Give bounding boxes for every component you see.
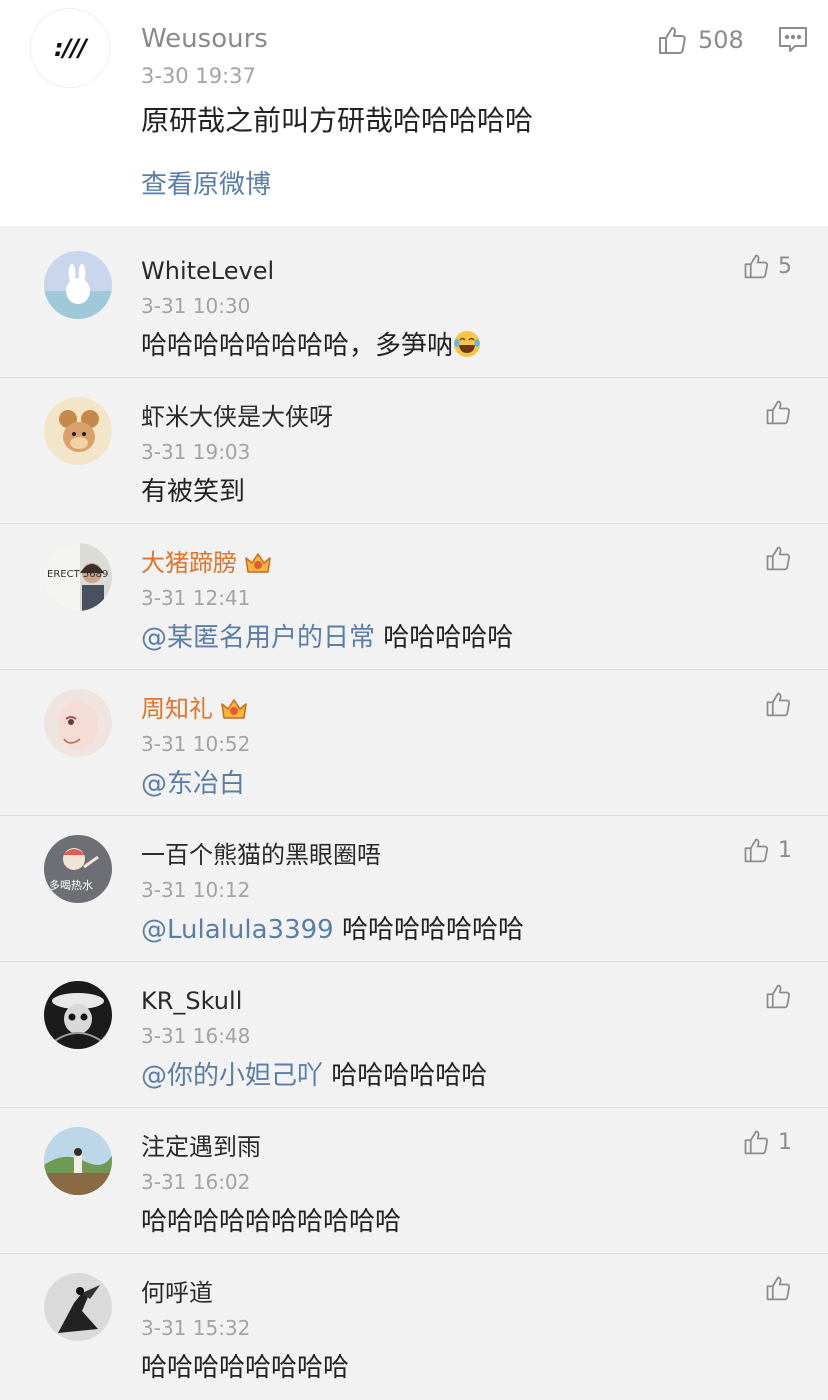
username[interactable]: Weusours [141, 22, 268, 56]
username-text: 周知礼 [141, 695, 213, 723]
like-button[interactable]: 5 [742, 252, 792, 280]
reply-text: @Lulalula3399 哈哈哈哈哈哈哈 [141, 912, 524, 948]
username-text: 大猪蹄膀 [141, 549, 237, 577]
list-item: 多喝热水 一百个熊猫的黑眼圈唔 3-31 10:12 @Lulalula3399… [0, 816, 828, 962]
list-item: 注定遇到雨 3-31 16:02 哈哈哈哈哈哈哈哈哈哈 1 [0, 1108, 828, 1254]
thumbs-up-icon [744, 1130, 769, 1155]
username[interactable]: 一百个熊猫的黑眼圈唔 [141, 838, 381, 872]
reply-text-body: 哈哈哈哈哈 [375, 623, 514, 653]
landscape-avatar[interactable] [44, 1127, 112, 1195]
thumbs-up-icon [766, 1276, 791, 1301]
like-button[interactable] [764, 398, 792, 426]
reply-text: @你的小妲己吖 哈哈哈哈哈哈 [141, 1058, 487, 1094]
reply-list: WhiteLevel 3-31 10:30 哈哈哈哈哈哈哈哈，多笋呐 5 虾米大… [0, 232, 828, 1400]
thumbs-up-icon [766, 692, 791, 717]
reply-text: 哈哈哈哈哈哈哈哈 [141, 1353, 350, 1383]
timestamp: 3-31 16:02 [141, 1170, 251, 1194]
cartoon-mouse-avatar[interactable] [44, 397, 112, 465]
timestamp: 3-31 16:48 [141, 1024, 251, 1048]
like-button[interactable] [764, 1274, 792, 1302]
timestamp: 3-31 19:03 [141, 440, 251, 464]
username[interactable]: 注定遇到雨 [141, 1130, 261, 1164]
photo-avatar[interactable]: ERECT 5689 [44, 543, 112, 611]
username[interactable]: KR_Skull [141, 984, 242, 1018]
username[interactable]: 虾米大侠是大侠呀 [141, 400, 333, 434]
reply-text-body: 哈哈哈哈哈哈哈 [333, 915, 524, 945]
silhouette-avatar[interactable] [44, 1273, 112, 1341]
thumbs-up-icon [766, 984, 791, 1009]
like-button[interactable] [764, 982, 792, 1010]
like-count: 1 [778, 837, 792, 863]
reply-text: @某匿名用户的日常 哈哈哈哈哈 [141, 620, 513, 656]
avatar-text: ERECT 5689 [47, 569, 108, 580]
timestamp: 3-31 15:32 [141, 1316, 251, 1340]
reply-text-body: 哈哈哈哈哈哈哈哈，多笋呐 [141, 331, 454, 361]
mention-link[interactable]: @东冶白 [141, 769, 245, 799]
timestamp: 3-31 10:52 [141, 732, 251, 756]
list-item: ERECT 5689 大猪蹄膀 3-31 12:41 @某匿名用户的日常 哈哈哈… [0, 524, 828, 670]
dark-skull-avatar[interactable] [44, 981, 112, 1049]
view-original-link[interactable]: 查看原微博 [141, 168, 271, 202]
reply-text: @东冶白 [141, 766, 245, 802]
list-item: 虾米大侠是大侠呀 3-31 19:03 有被笑到 [0, 378, 828, 524]
reply-text: 哈哈哈哈哈哈哈哈，多笋呐 [141, 328, 481, 364]
reply-text: 哈哈哈哈哈哈哈哈哈哈 [141, 1207, 402, 1237]
list-item: KR_Skull 3-31 16:48 @你的小妲己吖 哈哈哈哈哈哈 [0, 962, 828, 1108]
timestamp: 3-31 10:30 [141, 294, 251, 318]
thumbs-up-icon [766, 400, 791, 425]
mention-link[interactable]: @Lulalula3399 [141, 915, 334, 945]
main-comment: :/// Weusours 3-30 19:37 原研哉之前叫方研哉哈哈哈哈哈 … [0, 0, 828, 226]
list-item: 周知礼 3-31 10:52 @东冶白 [0, 670, 828, 816]
reply-text: 有被笑到 [141, 477, 246, 507]
list-item: 何呼道 3-31 15:32 哈哈哈哈哈哈哈哈 [0, 1254, 828, 1400]
username[interactable]: WhiteLevel [141, 254, 274, 288]
like-button[interactable] [764, 544, 792, 572]
like-button[interactable]: 1 [742, 836, 792, 864]
avatar-logo: :/// [54, 34, 87, 62]
username[interactable]: 何呼道 [141, 1276, 213, 1310]
timestamp: 3-30 19:37 [141, 64, 256, 88]
username[interactable]: 周知礼 [141, 692, 249, 726]
vip-crown-icon [245, 553, 271, 573]
reply-text-body: 哈哈哈哈哈哈 [323, 1061, 488, 1091]
drawn-face-avatar[interactable] [44, 689, 112, 757]
like-button[interactable]: 508 [656, 24, 744, 56]
thumbs-up-icon [659, 27, 686, 54]
like-count: 508 [698, 26, 744, 54]
comment-icon[interactable] [778, 26, 808, 58]
like-count: 1 [778, 1129, 792, 1155]
like-button[interactable]: 1 [742, 1128, 792, 1156]
like-count: 5 [778, 253, 792, 279]
thumbs-up-icon [766, 546, 791, 571]
timestamp: 3-31 12:41 [141, 586, 251, 610]
avatar-text: 多喝热水 [49, 878, 93, 892]
comment-text: 原研哉之前叫方研哉哈哈哈哈哈 [141, 104, 534, 137]
mention-link[interactable]: @你的小妲己吖 [141, 1061, 323, 1091]
laughing-tears-emoji [454, 331, 481, 357]
rabbit-avatar[interactable] [44, 251, 112, 319]
username[interactable]: 大猪蹄膀 [141, 546, 273, 580]
timestamp: 3-31 10:12 [141, 878, 251, 902]
list-item: WhiteLevel 3-31 10:30 哈哈哈哈哈哈哈哈，多笋呐 5 [0, 232, 828, 378]
vip-crown-icon [221, 699, 247, 719]
thumbs-up-icon [744, 838, 769, 863]
thumbs-up-icon [744, 254, 769, 279]
avatar[interactable]: :/// [30, 8, 110, 88]
mention-link[interactable]: @某匿名用户的日常 [141, 623, 375, 653]
cartoon-avatar[interactable]: 多喝热水 [44, 835, 112, 903]
like-button[interactable] [764, 690, 792, 718]
